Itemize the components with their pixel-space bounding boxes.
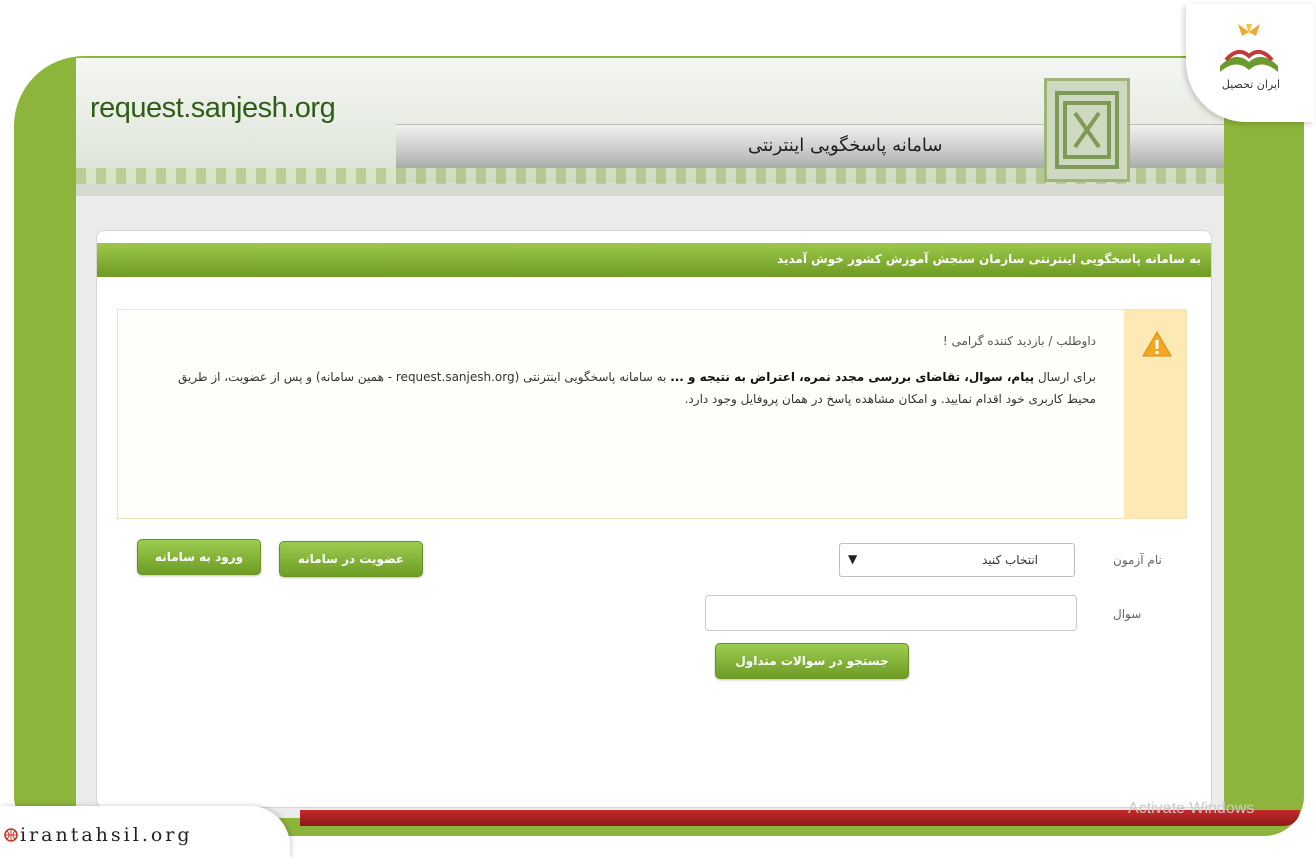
exam-select-value: انتخاب کنید bbox=[981, 553, 1038, 567]
site-url: request.sanjesh.org bbox=[90, 92, 336, 124]
globe-icon bbox=[4, 828, 18, 842]
notice-message: برای ارسال پیام، سوال، تقاضای بررسی مجدد… bbox=[176, 366, 1096, 410]
irantahsil-logo-badge: ایران تحصیل bbox=[1186, 4, 1314, 122]
notice-box: داوطلب / بازدید کننده گرامی ! برای ارسال… bbox=[117, 309, 1187, 519]
exam-select[interactable]: انتخاب کنید ▼ bbox=[839, 543, 1075, 577]
register-button[interactable]: عضویت در سامانه bbox=[279, 541, 423, 577]
main-panel: به سامانه پاسخگویی اینترنتی سازمان سنجش … bbox=[96, 230, 1212, 808]
notice-bold-items: پیام، سوال، تقاضای بررسی مجدد نمره، اعتر… bbox=[670, 370, 1035, 384]
system-title: سامانه پاسخگویی اینترنتی bbox=[748, 135, 943, 156]
faq-search-button[interactable]: جستجو در سوالات متداول bbox=[715, 643, 909, 679]
login-button[interactable]: ورود به سامانه bbox=[137, 539, 261, 575]
activate-windows-watermark: Activate Windows bbox=[1128, 800, 1255, 817]
question-input[interactable] bbox=[705, 595, 1077, 631]
welcome-bar: به سامانه پاسخگویی اینترنتی سازمان سنجش … bbox=[97, 243, 1211, 277]
brand-logo-text: ایران تحصیل bbox=[1221, 78, 1281, 91]
site-watermark-badge: irantahsil.org bbox=[0, 806, 290, 858]
question-label: سوال bbox=[1113, 607, 1142, 621]
warning-icon bbox=[1142, 331, 1172, 357]
book-logo-icon bbox=[1220, 24, 1278, 72]
notice-prefix: برای ارسال bbox=[1037, 370, 1096, 384]
exam-label: نام آزمون bbox=[1113, 553, 1162, 567]
header-divider bbox=[76, 184, 1224, 196]
site-header: request.sanjesh.org سامانه پاسخگویی اینت… bbox=[76, 58, 1224, 196]
chevron-down-icon: ▼ bbox=[848, 552, 858, 566]
notice-side-strip bbox=[1124, 310, 1186, 518]
sanjesh-emblem bbox=[1044, 78, 1130, 182]
notice-greeting: داوطلب / بازدید کننده گرامی ! bbox=[942, 334, 1096, 348]
site-watermark-text: irantahsil.org bbox=[20, 824, 193, 846]
